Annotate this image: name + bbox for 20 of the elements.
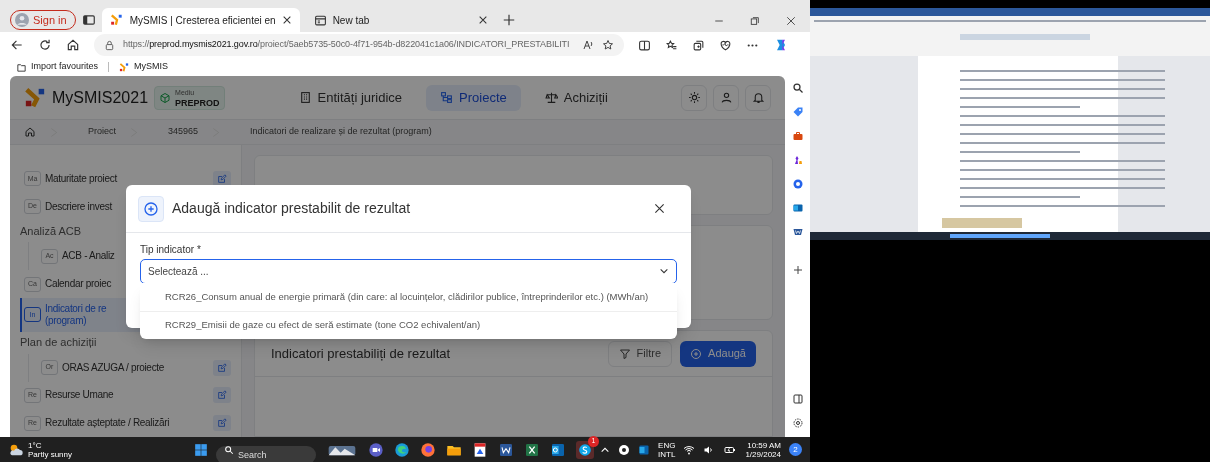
environment-name: PREPROD (175, 97, 220, 108)
item-label: Calendar proiec (45, 278, 112, 291)
section-heading: Analiză ACB (20, 224, 83, 240)
item-label: Indicatori de re (program) (45, 302, 107, 327)
temperature: 1°C (28, 440, 43, 450)
field-label: Tip indicator * (140, 243, 202, 257)
section-title: Indicatori prestabiliți de rezultat (271, 344, 452, 363)
app-name: MySMIS2021 (52, 87, 149, 108)
item-label: Maturitate proiect (45, 172, 117, 185)
url-text: https://preprod.mysmis2021.gov.ro/proiect/5aeb5735-50c0-4f71-954b-d822041c1a06/INDICATORI_PRESTABILITI (123, 38, 571, 52)
item-label: Descriere invest (45, 200, 112, 213)
item-label: ACB - Analiz (62, 250, 115, 263)
section-heading: Plan de achiziții (20, 335, 98, 351)
item-label: ORAS AZUGA / proiecte (62, 361, 165, 374)
weather-text: Partly sunny (28, 449, 73, 459)
tab-title: New tab (332, 13, 371, 28)
item-label: Rezultate așteptate / Realizări (45, 417, 170, 430)
tab-title: MySMIS | Cresterea eficientei en (129, 13, 276, 28)
dialog-title: Adaugă indicator prestabilit de rezultat (172, 199, 412, 218)
item-label: Resurse Umane (45, 389, 114, 402)
